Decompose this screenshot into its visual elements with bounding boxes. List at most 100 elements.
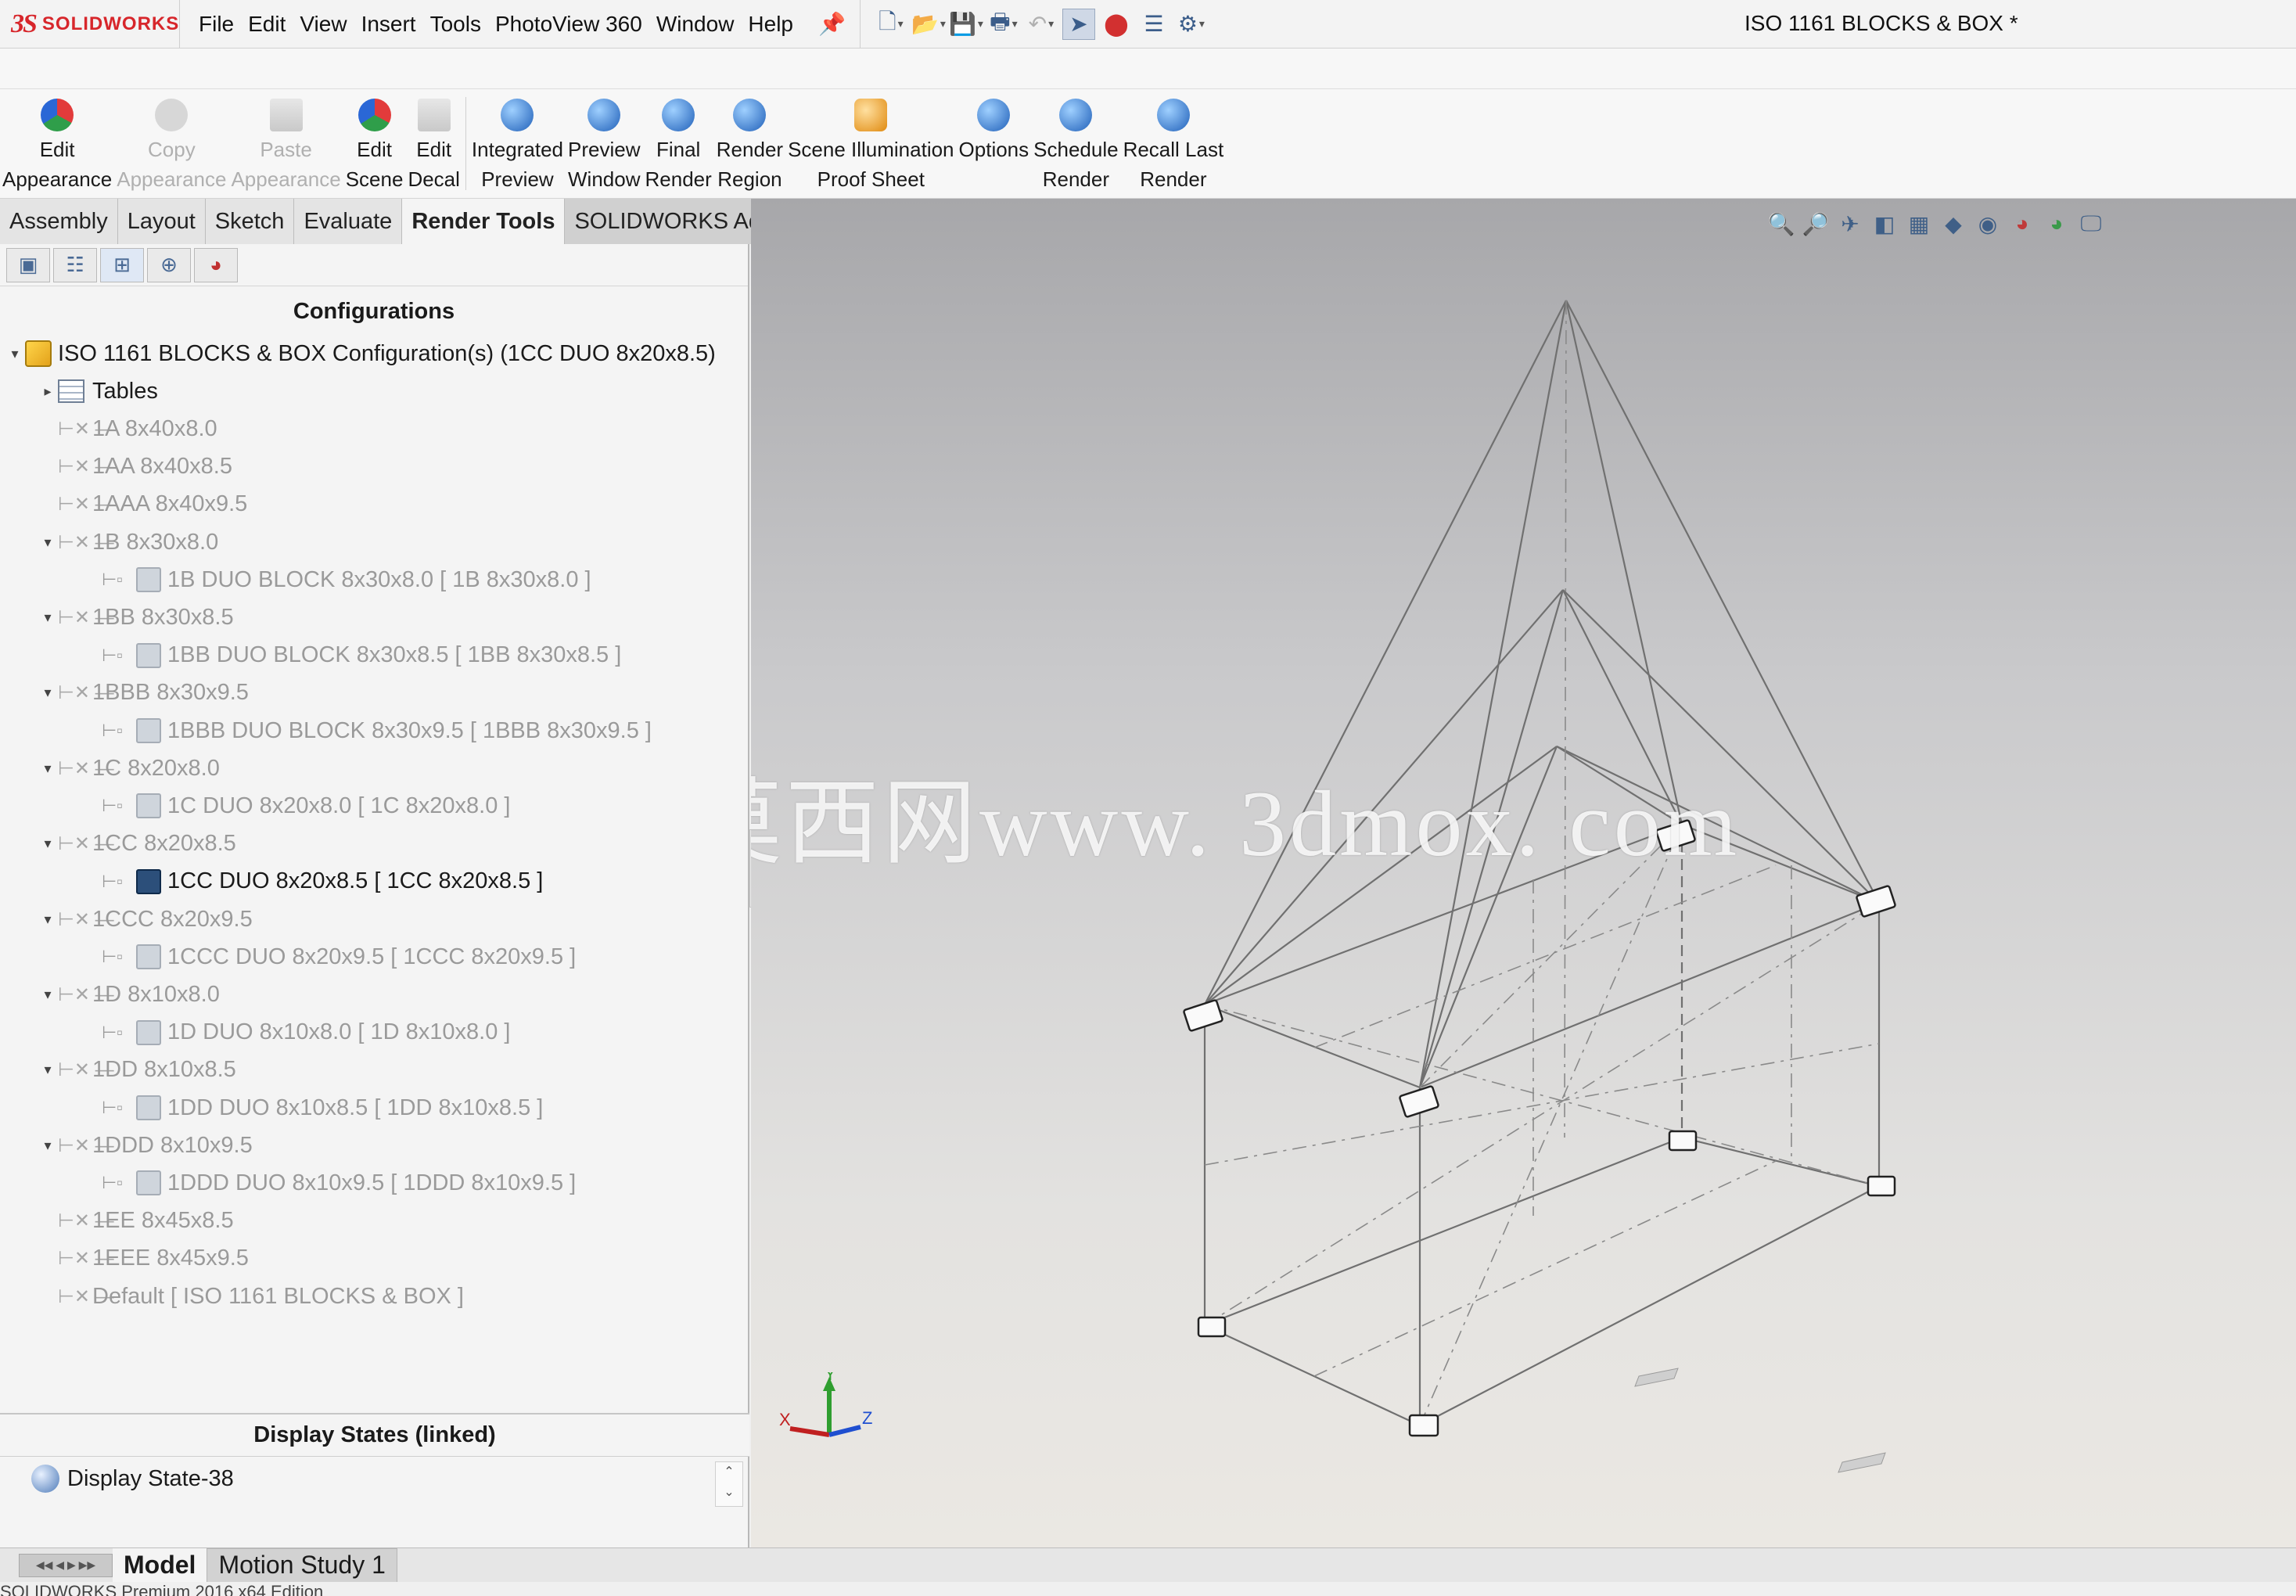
pin-icon[interactable]: 📌 <box>818 11 846 37</box>
file-properties-icon[interactable]: ☰ <box>1137 9 1170 40</box>
triad-x-label: X <box>779 1410 791 1429</box>
display-manager-tab-icon[interactable]: ◕ <box>194 247 238 282</box>
menu-insert[interactable]: Insert <box>361 12 416 37</box>
configuration-item[interactable]: ▾ ⊢✕ —1CCC 8x20x9.5 <box>38 900 252 938</box>
assembly-icon <box>25 340 52 367</box>
dimxpert-tab-icon[interactable]: ⊕ <box>147 247 191 282</box>
solidworks-logo[interactable]: 3S SOLIDWORKS <box>0 0 180 49</box>
configuration-item[interactable]: ▾ ⊢✕ —1B 8x30x8.0 <box>38 523 218 561</box>
collapse-arrow-icon: ▾ <box>44 836 52 852</box>
select-arrow-icon[interactable]: ➤ <box>1062 8 1095 40</box>
integrated-preview-icon <box>501 99 534 131</box>
sub-configuration-item[interactable]: ⊢▫ 1CCC DUO 8x20x9.5 [ 1CCC 8x20x9.5 ] <box>102 938 576 976</box>
tables-label: Tables <box>92 378 158 404</box>
options-gear-icon[interactable]: ⚙ ▾ <box>1175 9 1208 40</box>
sub-configuration-item[interactable]: ⊢▫ 1DDD DUO 8x10x9.5 [ 1DDD 8x10x9.5 ] <box>102 1164 576 1202</box>
model-tab[interactable]: Model <box>113 1547 207 1583</box>
menu-tools[interactable]: Tools <box>430 12 481 37</box>
menu-help[interactable]: Help <box>748 12 793 37</box>
integrated-preview-button[interactable]: Integrated Preview <box>469 89 566 198</box>
edit-decal-button[interactable]: Edit Decal <box>405 89 462 198</box>
graphics-viewport[interactable]: 🔍 🔎 ✈ ◧ ▦ ◆ ◉ ◕ ◕ 🖵 莫西网www. 3dmox. com X… <box>751 199 2296 1547</box>
configuration-item[interactable]: ⊢✕ —1A 8x40x8.0 <box>38 410 217 448</box>
status-bar: SOLIDWORKS Premium 2016 x64 Edition <box>0 1582 2296 1596</box>
configuration-item[interactable]: ⊢✕ —1AA 8x40x8.5 <box>38 448 232 486</box>
configuration-item[interactable]: ⊢✕ — Default [ ISO 1161 BLOCKS & BOX ] <box>38 1278 464 1315</box>
undo-icon[interactable]: ↶ ▾ <box>1025 9 1058 40</box>
sub-configuration-item[interactable]: ⊢▫ 1BB DUO BLOCK 8x30x8.5 [ 1BB 8x30x8.5 … <box>102 637 621 674</box>
open-icon[interactable]: 📂 ▾ <box>911 9 946 40</box>
configuration-item[interactable]: ▾ ⊢✕ —1DDD 8x10x9.5 <box>38 1127 252 1164</box>
configuration-icon: ⊢✕ — <box>58 983 114 1005</box>
sub-configuration-label: 1BB DUO BLOCK 8x30x8.5 [ 1BB 8x30x8.5 ] <box>167 642 622 668</box>
collapse-arrow-icon: ▾ <box>44 685 52 701</box>
menu-bar: File Edit View Insert Tools PhotoView 360 Wind… <box>180 0 807 49</box>
tab-sketch[interactable]: Sketch <box>205 199 295 244</box>
menu-file[interactable]: File <box>199 12 234 37</box>
command-manager-ribbon: Edit Appearance Copy Appearance Paste Appeara… <box>0 89 2296 199</box>
menu-photoview-360[interactable]: PhotoView 360 <box>495 12 642 37</box>
tables-node[interactable]: ▸ Tables <box>38 372 158 410</box>
configuration-label: 1BBB 8x30x9.5 <box>92 680 249 706</box>
tab-evaluate[interactable]: Evaluate <box>294 199 403 244</box>
copy-appearance-button[interactable]: Copy Appearance <box>114 89 228 198</box>
tree-branch-icon: ⊢▫ <box>102 1022 123 1042</box>
sub-configuration-item[interactable]: ⊢▫ 1D DUO 8x10x8.0 [ 1D 8x10x8.0 ] <box>102 1014 510 1051</box>
configuration-label: 1A 8x40x8.0 <box>92 415 217 441</box>
preview-window-icon <box>587 99 621 131</box>
rebuild-traffic-light-icon[interactable]: ⬤ <box>1100 9 1133 40</box>
ribbon-label-line2: Preview <box>481 167 554 191</box>
configuration-item[interactable]: ▾ ⊢✕ —1DD 8x10x8.5 <box>38 1051 235 1089</box>
display-state-item[interactable]: Display State-38 <box>31 1465 234 1493</box>
property-manager-tab-icon[interactable]: ☷ <box>53 247 97 282</box>
ribbon-label-line2: Scene <box>345 167 404 191</box>
configuration-item[interactable]: ⊢✕ —1EEE 8x45x9.5 <box>38 1240 249 1278</box>
configuration-icon: ⊢✕ — <box>58 1059 114 1081</box>
configuration-root[interactable]: ▾ ISO 1161 BLOCKS & BOX Configuration(s) … <box>5 335 716 372</box>
configuration-disk-icon <box>136 944 161 970</box>
edit-appearance-button[interactable]: Edit Appearance <box>0 89 114 198</box>
configuration-item[interactable]: ▾ ⊢✕ —1CC 8x20x8.5 <box>38 825 235 863</box>
edit-scene-button[interactable]: Edit Scene <box>343 89 406 198</box>
tab-assembly[interactable]: Assembly <box>0 199 118 244</box>
tab-layout[interactable]: Layout <box>117 199 206 244</box>
recall-last-render-button[interactable]: Recall Last Render <box>1121 89 1227 198</box>
sub-configuration-item[interactable]: ⊢▫ 1BBB DUO BLOCK 8x30x9.5 [ 1BBB 8x30x9.… <box>102 712 652 749</box>
save-icon[interactable]: 💾 ▾ <box>949 9 983 40</box>
paste-appearance-button[interactable]: Paste Appearance <box>228 89 343 198</box>
configuration-icon: ⊢✕ — <box>58 682 114 704</box>
configuration-item[interactable]: ▾ ⊢✕ —1BB 8x30x8.5 <box>38 598 233 636</box>
new-document-icon[interactable]: 🗋 ▾ <box>875 9 907 40</box>
triad-y-label: Y <box>825 1372 836 1384</box>
print-icon[interactable]: 🖶 ▾ <box>987 9 1020 40</box>
menu-view[interactable]: View <box>300 12 347 37</box>
configuration-manager-tab-icon[interactable]: ⊞ <box>100 247 144 282</box>
configuration-icon: ⊢✕ — <box>58 418 114 440</box>
ribbon-label-line2: Window <box>568 167 641 191</box>
scene-illumination-button[interactable]: Scene Illumination Proof Sheet <box>785 89 956 198</box>
tree-branch-icon: ⊢▫ <box>102 871 123 891</box>
feature-manager-tab-icon[interactable]: ▣ <box>6 247 50 282</box>
render-region-button[interactable]: Render Region <box>714 89 785 198</box>
sub-configuration-item[interactable]: ⊢▫ 1C DUO 8x20x8.0 [ 1C 8x20x8.0 ] <box>102 787 510 825</box>
preview-window-button[interactable]: Preview Window <box>566 89 642 198</box>
final-render-button[interactable]: Final Render <box>643 89 714 198</box>
configuration-item[interactable]: ▾ ⊢✕ —1D 8x10x8.0 <box>38 976 219 1013</box>
menu-window[interactable]: Window <box>656 12 735 37</box>
sub-configuration-item[interactable]: ⊢▫ 1DD DUO 8x10x8.5 [ 1DD 8x10x8.5 ] <box>102 1089 543 1127</box>
tab-render-tools[interactable]: Render Tools <box>402 199 566 244</box>
tab-scroll-arrows[interactable]: ◀◀ ◀ ▶ ▶▶ <box>19 1553 113 1577</box>
configuration-item[interactable]: ⊢✕ —1EE 8x45x8.5 <box>38 1202 234 1240</box>
menu-edit[interactable]: Edit <box>248 12 286 37</box>
options-button[interactable]: Options <box>957 89 1032 198</box>
configuration-item[interactable]: ⊢✕ —1AAA 8x40x9.5 <box>38 486 247 523</box>
configuration-item[interactable]: ▾ ⊢✕ —1BBB 8x30x9.5 <box>38 674 249 712</box>
sub-configuration-item[interactable]: ⊢▫ 1B DUO BLOCK 8x30x8.0 [ 1B 8x30x8.0 ] <box>102 561 591 598</box>
active-configuration-item[interactable]: ⊢▫ 1CC DUO 8x20x8.5 [ 1CC 8x20x8.5 ] <box>102 863 543 900</box>
reference-triad: X Y Z <box>779 1372 872 1437</box>
motion-study-tab[interactable]: Motion Study 1 <box>207 1547 397 1583</box>
configuration-item[interactable]: ▾ ⊢✕ —1C 8x20x8.0 <box>38 749 219 787</box>
schedule-render-button[interactable]: Schedule Render <box>1031 89 1120 198</box>
display-states-scroll[interactable]: ⌃ ⌄ <box>715 1461 743 1507</box>
tree-branch-icon: ⊢▫ <box>102 796 123 816</box>
